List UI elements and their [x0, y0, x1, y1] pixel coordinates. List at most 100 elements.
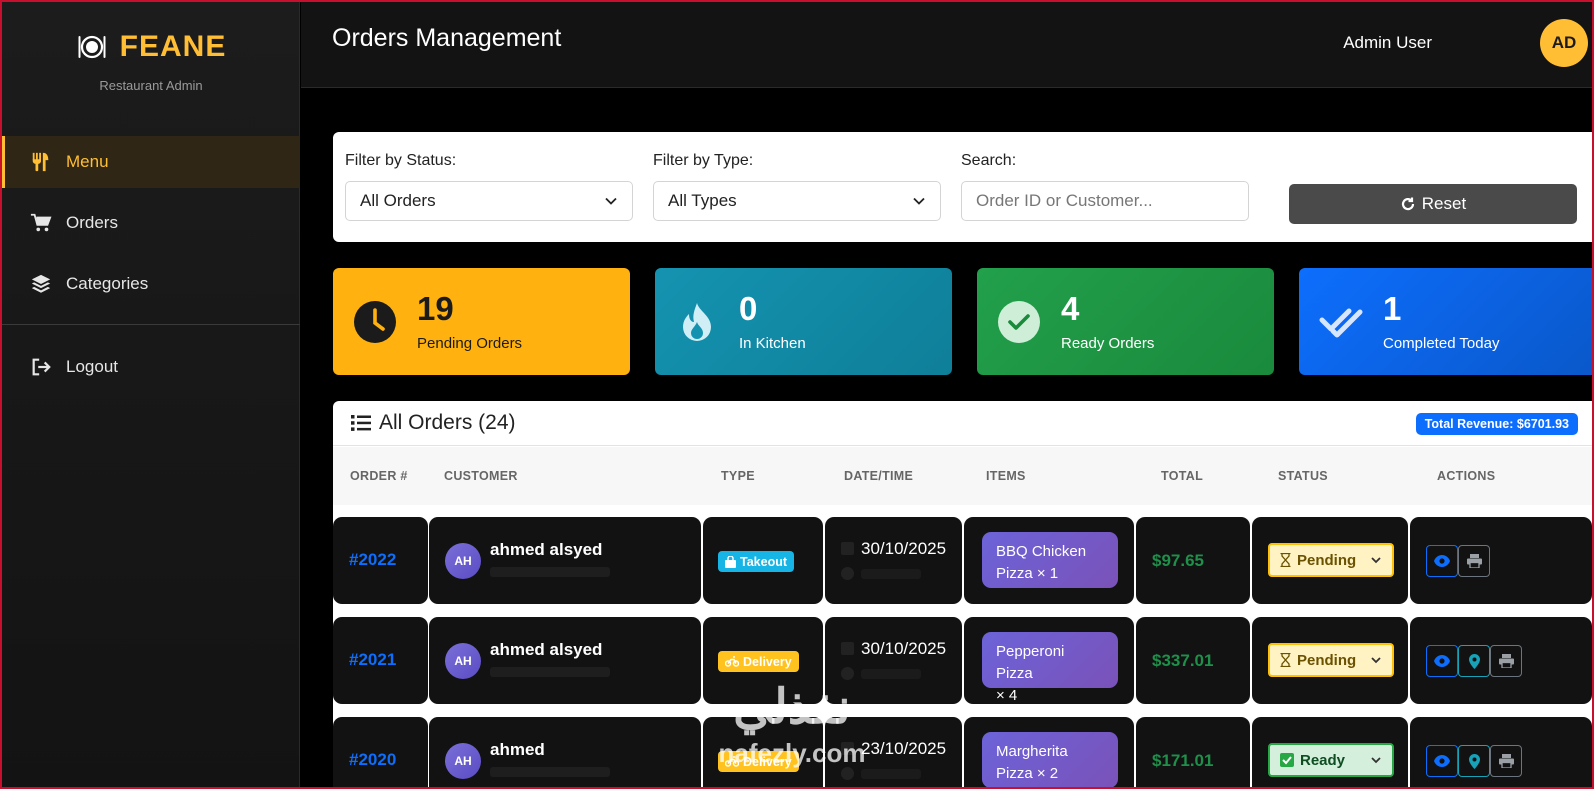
cell-items: Pepperoni Pizza × 4: [964, 617, 1134, 704]
cell-type: Delivery: [703, 617, 823, 704]
status-filter-select[interactable]: All Orders: [345, 181, 633, 221]
order-time: [861, 569, 921, 579]
sidebar-item-logout[interactable]: Logout: [2, 341, 300, 393]
type-filter-value: All Types: [668, 191, 737, 210]
order-id-link[interactable]: #2020: [349, 750, 396, 770]
cell-customer: AH ahmed: [429, 717, 701, 787]
cell-type: Takeout: [703, 517, 823, 604]
customer-avatar: AH: [445, 543, 481, 579]
brand-name: FEANE: [119, 30, 227, 63]
brand: FEANE Restaurant Admin: [2, 30, 300, 93]
sidebar-item-label: Categories: [66, 274, 149, 293]
sidebar-item-orders[interactable]: Orders: [2, 197, 300, 249]
view-button[interactable]: [1426, 745, 1458, 777]
check-circle-icon: [998, 300, 1040, 343]
cell-order: #2020: [333, 717, 428, 787]
column-header-total[interactable]: TOTAL: [1161, 469, 1203, 483]
customer-contact: [490, 767, 610, 777]
stat-label: Completed Today: [1383, 334, 1500, 352]
customer-contact: [490, 667, 610, 677]
cell-total: $337.01: [1136, 617, 1250, 704]
column-header-datetime[interactable]: DATE/TIME: [844, 469, 913, 483]
customer-contact: [490, 567, 610, 577]
sidebar-item-menu[interactable]: Menu: [2, 136, 300, 188]
cell-status: Ready: [1252, 717, 1408, 787]
status-filter-label: Filter by Status:: [345, 152, 457, 169]
double-check-icon: [1319, 308, 1363, 337]
brand-subtitle: Restaurant Admin: [99, 78, 203, 93]
fire-icon: [683, 302, 711, 341]
printer-icon: [1498, 654, 1514, 668]
order-id-link[interactable]: #2022: [349, 550, 396, 570]
cell-items: BBQ Chicken Pizza × 1: [964, 517, 1134, 604]
cell-customer: AH ahmed alsyed: [429, 517, 701, 604]
item-name: Pepperoni Pizza: [996, 643, 1065, 682]
bag-icon: [725, 555, 736, 568]
status-select[interactable]: Pending: [1268, 543, 1394, 577]
view-button[interactable]: [1426, 545, 1458, 577]
status-select[interactable]: Pending: [1268, 643, 1394, 677]
motorcycle-icon: [725, 656, 739, 667]
table-header: ORDER # CUSTOMER TYPE DATE/TIME ITEMS TO…: [333, 447, 1592, 505]
user-avatar[interactable]: AD: [1540, 19, 1588, 67]
column-header-order[interactable]: ORDER #: [350, 469, 408, 483]
cell-order: #2021: [333, 617, 428, 704]
top-header: Orders Management Admin User AD: [301, 2, 1592, 88]
type-filter-select[interactable]: All Types: [653, 181, 941, 221]
location-button[interactable]: [1458, 745, 1490, 777]
cell-order: #2022: [333, 517, 428, 604]
column-header-type[interactable]: TYPE: [721, 469, 755, 483]
eye-icon: [1434, 755, 1450, 767]
chevron-down-icon: [1371, 557, 1381, 564]
stat-value: 0: [739, 289, 758, 327]
item-badge: BBQ Chicken Pizza × 1: [982, 532, 1118, 588]
stat-value: 1: [1383, 289, 1402, 327]
table-row[interactable]: #2020 AH ahmed Delivery 23/10/2025 Margh…: [333, 717, 1592, 787]
stat-card-kitchen: 0 In Kitchen: [655, 268, 952, 375]
printer-icon: [1498, 754, 1514, 768]
status-label: Ready: [1300, 751, 1346, 769]
cell-actions: [1410, 517, 1592, 604]
clock-icon: [841, 567, 854, 580]
search-input[interactable]: Order ID or Customer...: [961, 181, 1249, 221]
column-header-items[interactable]: ITEMS: [986, 469, 1026, 483]
item-qty: Pizza × 2: [996, 765, 1059, 782]
search-label: Search:: [961, 152, 1017, 169]
logout-icon: [32, 358, 51, 376]
cell-datetime: 30/10/2025: [825, 617, 962, 704]
table-row[interactable]: #2021 AH ahmed alsyed Delivery 30/10/202…: [333, 617, 1592, 704]
type-filter-group: Filter by Type: All Types: [653, 152, 941, 221]
clock-icon: [841, 767, 854, 780]
eye-icon: [1434, 655, 1450, 667]
order-date: 30/10/2025: [861, 639, 947, 658]
column-header-status[interactable]: STATUS: [1278, 469, 1328, 483]
cell-datetime: 30/10/2025: [825, 517, 962, 604]
revenue-badge: Total Revenue: $6701.93: [1415, 413, 1578, 435]
stat-card-ready: 4 Ready Orders: [977, 268, 1274, 375]
cell-total: $97.65: [1136, 517, 1250, 604]
item-name: BBQ Chicken: [996, 543, 1087, 560]
sidebar-item-label: Orders: [66, 213, 118, 232]
customer-avatar: AH: [445, 643, 481, 679]
order-id-link[interactable]: #2021: [349, 650, 396, 670]
print-button[interactable]: [1490, 645, 1522, 677]
print-button[interactable]: [1490, 745, 1522, 777]
redo-icon: [1401, 197, 1414, 211]
column-header-customer[interactable]: CUSTOMER: [444, 469, 518, 483]
view-button[interactable]: [1426, 645, 1458, 677]
item-badge: Pepperoni Pizza × 4: [982, 632, 1118, 704]
user-name[interactable]: Admin User: [1343, 33, 1432, 53]
reset-button[interactable]: Reset: [1289, 184, 1577, 224]
table-row[interactable]: #2022 AH ahmed alsyed Takeout 30/10/2025…: [333, 517, 1592, 604]
filter-panel: Filter by Status: All Orders Filter by T…: [333, 132, 1592, 242]
order-date: 30/10/2025: [861, 539, 947, 558]
clock-icon: [354, 300, 396, 343]
column-header-actions[interactable]: ACTIONS: [1437, 469, 1495, 483]
cell-items: Margherita Pizza × 2: [964, 717, 1134, 787]
sidebar-item-categories[interactable]: Categories: [2, 258, 300, 310]
status-select[interactable]: Ready: [1268, 743, 1394, 777]
type-label: Delivery: [743, 654, 792, 669]
location-button[interactable]: [1458, 645, 1490, 677]
print-button[interactable]: [1458, 545, 1490, 577]
type-label: Takeout: [740, 554, 787, 569]
